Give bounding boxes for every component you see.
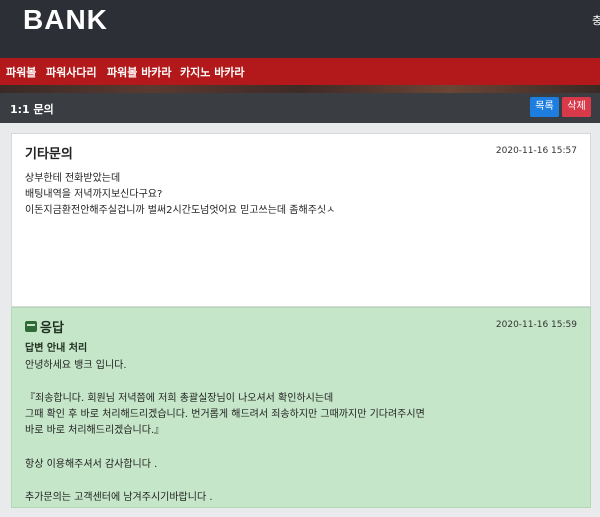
inquiry-date: 2020-11-16 15:57 <box>495 146 577 156</box>
answer-line: 항상 이용해주셔서 감사합니다 . <box>25 459 158 470</box>
nav-item-powerball-baccarat[interactable]: 파워볼 바카라 <box>107 64 172 80</box>
answer-line: 그때 확인 후 바로 처리해드리겠습니다. 번거롭게 해드려서 죄송하지만 그때… <box>25 409 425 420</box>
answer-heading-label: 응답 <box>40 321 64 336</box>
answer-line: 추가문의는 고객센터에 남겨주시기바랍니다 . <box>25 492 213 503</box>
list-button[interactable]: 목록 <box>530 97 559 117</box>
answer-chat-icon <box>25 321 37 332</box>
nav-item-power-ladder[interactable]: 파워사다리 <box>46 64 97 80</box>
banner-strip <box>0 85 600 93</box>
delete-button[interactable]: 삭제 <box>562 97 591 117</box>
answer-date: 2020-11-16 15:59 <box>495 320 577 330</box>
main-nav: 파워볼 파워사다리 파워볼 바카라 카지노 바카라 <box>0 58 600 85</box>
answer-subheading: 답변 안내 처리 <box>25 343 88 354</box>
answer-card: 응답 2020-11-16 15:59 답변 안내 처리 안녕하세요 뱅크 입니… <box>11 307 591 508</box>
header-right-text[interactable]: 충 <box>592 12 600 28</box>
inquiry-line: 상부한테 전화받았는데 <box>25 173 121 184</box>
inquiry-card: 기타문의 2020-11-16 15:57 상부한테 전화받았는데 배팅내역을 … <box>11 133 591 307</box>
nav-item-casino-baccarat[interactable]: 카지노 바카라 <box>180 64 245 80</box>
inquiry-line: 이돈지금환전안해주실겁니까 벌써2시간도넘엇어요 믿고쓰는데 좀해주싯ㅅ <box>25 205 336 216</box>
bank-logo[interactable]: BANK <box>23 4 108 36</box>
page-titlebar: 1:1 문의 목록 삭제 <box>0 93 600 123</box>
top-header: BANK 충 <box>0 0 600 58</box>
inquiry-line: 배팅내역을 저녁까지보신다구요? <box>25 189 163 200</box>
answer-line: 바로 바로 처리해드리겠습니다.』 <box>25 425 165 436</box>
inquiry-title: 기타문의 <box>25 147 73 162</box>
answer-line: 『죄송합니다. 회원님 저녁쯤에 저희 총괄실장님이 나오셔서 확인하시는데 <box>25 393 334 404</box>
answer-heading: 응답 <box>25 317 64 336</box>
page-title: 1:1 문의 <box>10 103 54 116</box>
answer-line: 안녕하세요 뱅크 입니다. <box>25 360 127 371</box>
nav-item-powerball[interactable]: 파워볼 <box>6 64 36 80</box>
